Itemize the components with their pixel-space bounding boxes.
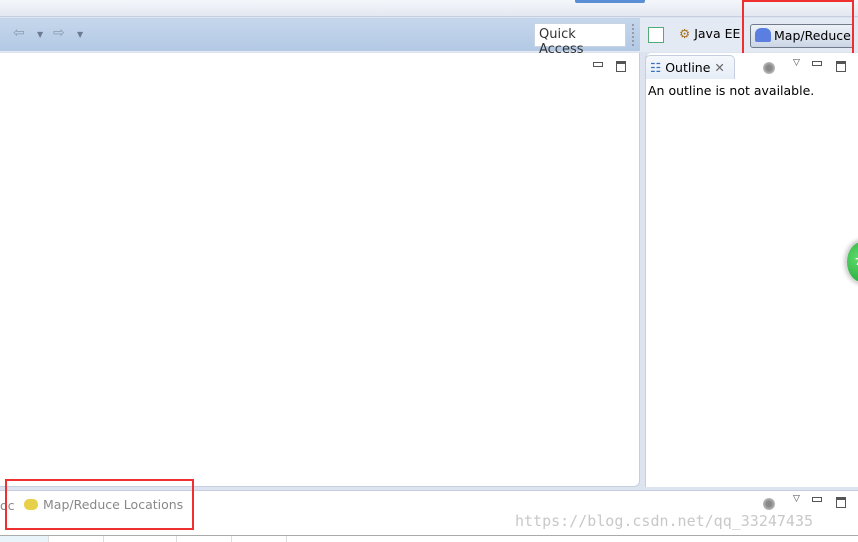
window-top-strip	[0, 0, 858, 17]
status-cell	[0, 536, 48, 542]
status-cell	[286, 536, 287, 542]
view-menu-icon[interactable]: ▽	[793, 494, 800, 504]
outline-message: An outline is not available.	[648, 83, 815, 98]
view-menu-icon[interactable]: ▽	[793, 58, 800, 68]
maximize-icon[interactable]	[616, 61, 626, 72]
status-cell	[176, 536, 177, 542]
minimize-icon[interactable]	[812, 497, 822, 502]
toolbar-separator	[632, 24, 634, 46]
status-cell	[103, 536, 104, 542]
forward-arrow-icon[interactable]: ⇨	[53, 25, 65, 41]
status-cell	[48, 536, 49, 542]
quick-access-input[interactable]: Quick Access	[534, 23, 626, 57]
top-button[interactable]	[575, 0, 645, 3]
maximize-icon[interactable]	[836, 497, 846, 508]
highlight-box	[5, 479, 194, 530]
minimize-icon[interactable]	[812, 61, 822, 66]
close-icon[interactable]: ✕	[714, 60, 724, 75]
gears-icon[interactable]	[763, 498, 775, 510]
minimize-icon[interactable]	[593, 62, 603, 67]
gears-icon[interactable]	[763, 62, 775, 74]
bottom-strip	[0, 535, 858, 542]
perspective-label: Java EE	[694, 26, 741, 41]
maximize-icon[interactable]	[836, 61, 846, 72]
java-ee-perspective-icon: ⚙	[679, 26, 691, 41]
tab-label: Outline	[665, 60, 711, 75]
back-arrow-icon[interactable]: ⇦	[13, 25, 25, 41]
watermark: https://blog.csdn.net/qq_33247435	[515, 512, 814, 530]
forward-dropdown-icon[interactable]: ▼	[77, 30, 83, 39]
outline-icon: ☷	[650, 60, 662, 75]
back-dropdown-icon[interactable]: ▼	[37, 30, 43, 39]
outline-view	[645, 53, 858, 487]
editor-area	[0, 53, 640, 487]
status-cell	[231, 536, 232, 542]
open-perspective-icon[interactable]	[648, 27, 664, 43]
perspective-java-ee[interactable]: ⚙ Java EE	[679, 26, 740, 41]
tab-outline[interactable]: ☷ Outline ✕	[645, 55, 735, 79]
